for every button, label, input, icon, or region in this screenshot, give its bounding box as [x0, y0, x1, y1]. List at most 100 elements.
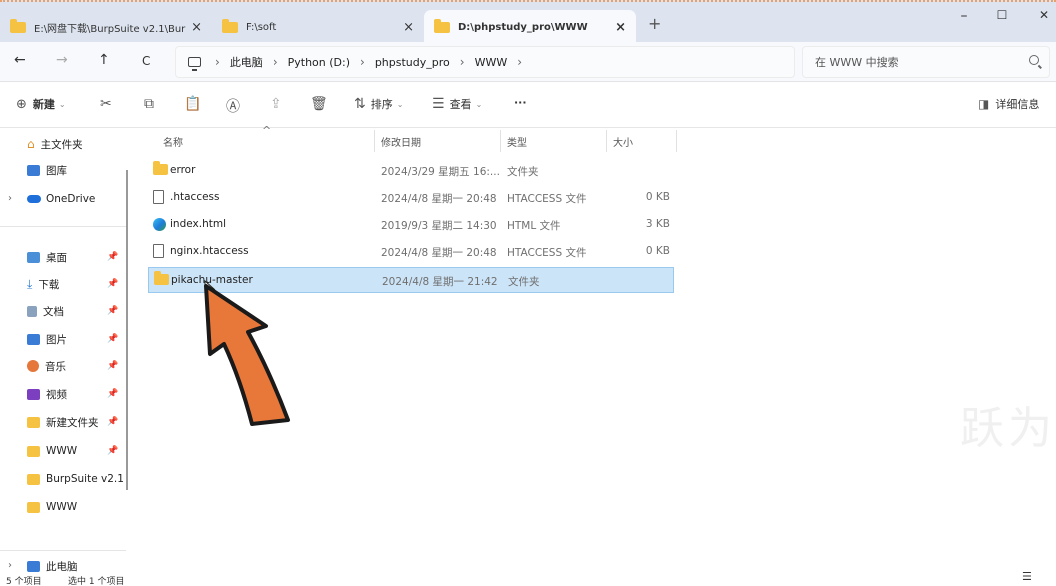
sidebar-item-pictures[interactable]: 图片 — [27, 327, 67, 351]
copy-button[interactable]: ⧉ — [144, 96, 154, 112]
breadcrumb-this-pc[interactable]: 此电脑 — [230, 54, 263, 70]
column-header-size[interactable]: 大小 — [613, 134, 633, 149]
command-bar: ⊕ 新建 ⌄ ✂ ⧉ 📋 Ⓐ ⇪ 🗑 ⇅ 排序 ⌄ ☰ 查看 ⌄ ··· ◨ 详… — [0, 82, 1056, 128]
sidebar-item-videos[interactable]: 视频 — [27, 382, 67, 406]
pin-icon[interactable]: 📌 — [107, 252, 118, 262]
sidebar-item-music[interactable]: 音乐 — [27, 354, 66, 378]
breadcrumb-www[interactable]: WWW — [475, 56, 508, 69]
sidebar-item-www[interactable]: WWW — [27, 439, 77, 463]
column-divider[interactable] — [606, 130, 607, 152]
file-size: 0 KB — [645, 191, 670, 203]
cut-button[interactable]: ✂ — [100, 96, 112, 112]
column-header-name[interactable]: 名称 — [163, 134, 183, 149]
close-tab-button[interactable]: × — [403, 20, 414, 35]
paste-button[interactable]: 📋 — [184, 96, 201, 112]
folder-icon — [434, 18, 450, 33]
file-size: 3 KB — [645, 218, 670, 230]
delete-button[interactable]: 🗑 — [310, 96, 328, 112]
refresh-button[interactable]: C — [142, 54, 150, 68]
breadcrumb-drive-d[interactable]: Python (D:) — [288, 56, 350, 69]
forward-button[interactable]: → — [56, 52, 68, 68]
navigation-bar: ← → ↑ C › 此电脑 › Python (D:) › phpstudy_p… — [0, 42, 1056, 82]
sidebar-item-documents[interactable]: 文档 — [27, 299, 64, 323]
file-date: 2024/4/8 星期一 21:42 — [382, 276, 498, 288]
sidebar-item-gallery[interactable]: 图库 — [27, 158, 67, 182]
pin-icon[interactable]: 📌 — [107, 334, 118, 344]
rename-button[interactable]: Ⓐ — [226, 96, 240, 116]
search-icon[interactable] — [1029, 55, 1039, 65]
sidebar-item-label: 图片 — [46, 333, 67, 346]
sidebar-item-www-2[interactable]: WWW — [27, 495, 77, 519]
breadcrumb-phpstudy[interactable]: phpstudy_pro — [375, 56, 450, 69]
folder-icon — [222, 18, 238, 33]
sidebar-divider — [0, 550, 126, 551]
share-button[interactable]: ⇪ — [270, 96, 282, 112]
details-pane-button[interactable]: ◨ 详细信息 — [978, 96, 1039, 112]
tab-title: D:\phpstudy_pro\WWW — [458, 21, 588, 33]
file-date: 2024/3/29 星期五 16:... — [381, 166, 500, 178]
sidebar-item-onedrive[interactable]: OneDrive — [27, 187, 95, 211]
close-tab-button[interactable]: × — [191, 20, 202, 35]
maximize-button[interactable]: ☐ — [982, 8, 1022, 22]
close-tab-button[interactable]: × — [615, 20, 626, 35]
file-type: HTACCESS 文件 — [507, 193, 587, 205]
sidebar-item-label: 下载 — [38, 278, 60, 291]
address-bar[interactable]: › 此电脑 › Python (D:) › phpstudy_pro › WWW… — [175, 46, 795, 78]
sidebar-divider — [0, 226, 126, 227]
file-row-nginx-htaccess[interactable]: nginx.htaccess 2024/4/8 星期一 20:48 HTACCE… — [148, 239, 674, 265]
file-row-error[interactable]: error 2024/3/29 星期五 16:... 文件夹 — [148, 158, 674, 184]
file-row-htaccess[interactable]: .htaccess 2024/4/8 星期一 20:48 HTACCESS 文件… — [148, 185, 674, 211]
tab-www[interactable]: D:\phpstudy_pro\WWW × — [424, 10, 636, 44]
breadcrumb-separator: › — [517, 55, 523, 69]
expand-chevron-icon[interactable]: › — [8, 193, 12, 204]
sidebar-item-label: 图库 — [46, 164, 67, 177]
view-button[interactable]: ☰ 查看 ⌄ — [432, 96, 482, 112]
column-header-date[interactable]: 修改日期 — [381, 134, 421, 149]
pin-icon[interactable]: 📌 — [107, 417, 118, 427]
tab-soft[interactable]: F:\soft × — [212, 10, 424, 44]
minimize-button[interactable]: – — [944, 8, 984, 24]
expand-chevron-icon[interactable]: › — [8, 560, 12, 571]
folder-icon — [153, 161, 168, 175]
back-button[interactable]: ← — [14, 52, 26, 68]
annotation-arrow-icon — [204, 284, 290, 426]
search-box[interactable]: 在 WWW 中搜索 — [802, 46, 1050, 78]
sidebar-item-label: 文档 — [43, 305, 64, 318]
column-divider[interactable] — [500, 130, 501, 152]
sidebar-item-downloads[interactable]: ⤓ 下载 — [27, 272, 59, 296]
sidebar-item-new-folder[interactable]: 新建文件夹 — [27, 410, 99, 434]
folder-icon — [27, 445, 40, 457]
breadcrumb-separator: › — [272, 55, 278, 69]
pin-icon[interactable]: 📌 — [107, 446, 118, 456]
new-tab-button[interactable]: + — [648, 14, 661, 33]
sidebar-item-home[interactable]: ⌂ 主文件夹 — [27, 132, 83, 156]
copy-icon: ⧉ — [144, 96, 154, 112]
column-header-type[interactable]: 类型 — [507, 134, 527, 149]
pane-splitter[interactable] — [126, 170, 128, 490]
pin-icon[interactable]: 📌 — [107, 279, 118, 289]
sidebar-item-desktop[interactable]: 桌面 — [27, 245, 67, 269]
up-button[interactable]: ↑ — [98, 52, 110, 68]
breadcrumb-separator: › — [215, 55, 220, 69]
more-options-button[interactable]: ··· — [514, 96, 527, 109]
pin-icon[interactable]: 📌 — [107, 306, 118, 316]
close-window-button[interactable]: ✕ — [1024, 8, 1056, 22]
breadcrumb-separator: › — [459, 55, 465, 69]
music-icon — [27, 360, 39, 372]
file-icon — [153, 244, 164, 258]
pin-icon[interactable]: 📌 — [107, 389, 118, 399]
home-icon: ⌂ — [27, 137, 35, 151]
details-view-icon[interactable]: ☰ — [1022, 570, 1032, 583]
new-label: 新建 — [32, 98, 55, 111]
tab-burpsuite[interactable]: E:\网盘下载\BurpSuite v2.1\Bur × — [0, 10, 212, 44]
pin-icon[interactable]: 📌 — [107, 361, 118, 371]
column-divider[interactable] — [374, 130, 375, 152]
file-date: 2024/4/8 星期一 20:48 — [381, 247, 497, 259]
file-row-index-html[interactable]: index.html 2019/9/3 星期二 14:30 HTML 文件 3 … — [148, 212, 674, 238]
new-button[interactable]: ⊕ 新建 ⌄ — [16, 96, 66, 112]
folder-icon — [154, 271, 169, 285]
column-divider[interactable] — [676, 130, 677, 152]
file-name: .htaccess — [170, 191, 220, 203]
sidebar-item-burpsuite[interactable]: BurpSuite v2.1 — [27, 467, 124, 491]
sort-button[interactable]: ⇅ 排序 ⌄ — [354, 96, 403, 112]
